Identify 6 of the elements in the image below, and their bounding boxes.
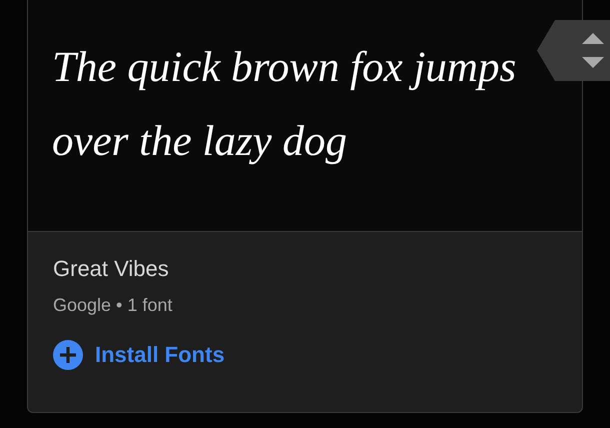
font-preview-text: The quick brown fox jumps over the lazy dog xyxy=(52,43,518,167)
install-fonts-button[interactable]: Install Fonts xyxy=(53,338,225,371)
plus-icon xyxy=(53,340,83,370)
font-name: Great Vibes xyxy=(53,255,169,283)
scroll-handle[interactable] xyxy=(537,20,610,81)
font-meta: Google • 1 font xyxy=(53,294,172,317)
